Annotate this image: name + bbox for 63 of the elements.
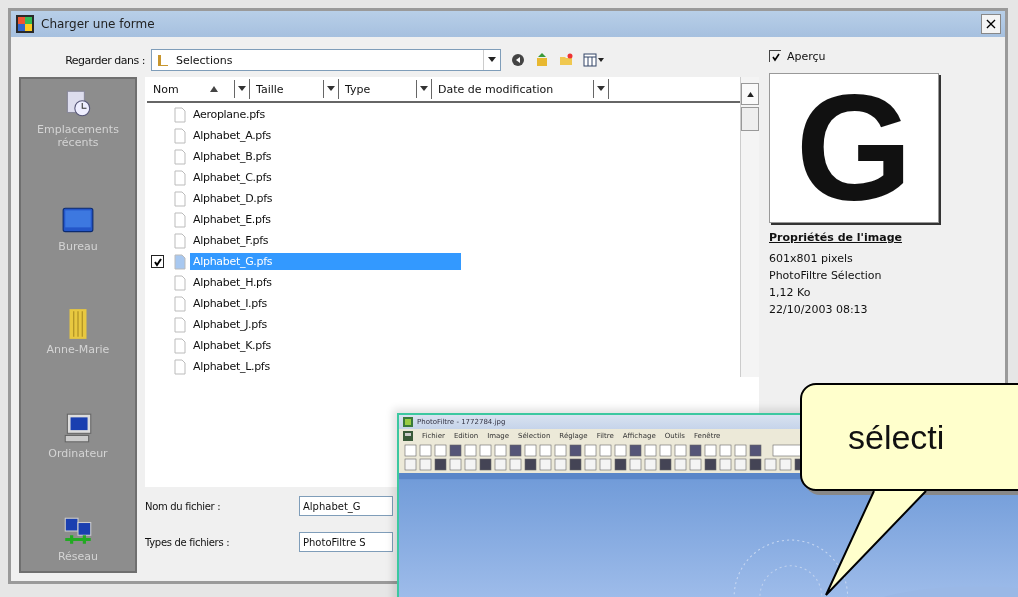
window-title: Charger une forme	[41, 17, 156, 31]
file-name[interactable]: Alphabet_A.pfs	[190, 127, 275, 144]
document-icon	[403, 431, 413, 441]
file-name[interactable]: Alphabet_D.pfs	[190, 190, 276, 207]
file-icon	[174, 211, 186, 228]
file-icon	[174, 337, 186, 354]
scrollbar-thumb[interactable]	[741, 107, 759, 131]
back-icon[interactable]	[511, 53, 525, 67]
file-name[interactable]: Alphabet_H.pfs	[190, 274, 275, 291]
scrollbar[interactable]	[740, 77, 759, 377]
properties-title: Propriétés de l'image	[769, 231, 903, 244]
file-name-field[interactable]: Alphabet_G	[299, 496, 393, 516]
file-name-label: Nom du fichier :	[145, 500, 222, 512]
file-name[interactable]: Alphabet_E.pfs	[190, 211, 274, 228]
file-icon	[174, 106, 186, 123]
file-type-dropdown[interactable]: PhotoFiltre S	[299, 532, 393, 552]
row-checkbox[interactable]	[151, 255, 164, 268]
up-arrow-icon[interactable]	[746, 91, 754, 97]
property-text: 22/10/2003 08:13	[769, 302, 869, 318]
property-text: 1,12 Ko	[769, 285, 812, 301]
file-icon	[174, 169, 186, 186]
file-name[interactable]: Alphabet_B.pfs	[190, 148, 275, 165]
file-icon	[174, 232, 186, 249]
property-text: 601x801 pixels	[769, 251, 854, 267]
column-header[interactable]: Nom	[147, 79, 250, 99]
preview-letter: G	[795, 73, 913, 223]
file-name[interactable]: Alphabet_I.pfs	[190, 295, 270, 312]
file-name[interactable]: Alphabet_C.pfs	[190, 169, 275, 186]
file-icon	[174, 190, 186, 207]
file-name[interactable]: Alphabet_K.pfs	[190, 337, 274, 354]
look-in-dropdown[interactable]: Selections	[151, 49, 501, 71]
callout-text: sélecti	[848, 417, 945, 457]
file-icon	[174, 127, 186, 144]
caret-icon[interactable]	[593, 80, 608, 98]
column-header[interactable]: Type	[339, 79, 432, 99]
file-name[interactable]: Aeroplane.pfs	[190, 106, 268, 123]
file-icon	[174, 274, 186, 291]
preview-checkbox[interactable]	[769, 50, 781, 62]
new-folder-icon[interactable]	[559, 53, 573, 67]
folder-icon	[156, 53, 170, 67]
file-icon	[174, 148, 186, 165]
caret-icon[interactable]	[323, 80, 338, 98]
up-folder-icon[interactable]	[535, 53, 549, 67]
property-text: PhotoFiltre Sélection	[769, 268, 883, 284]
file-icon	[174, 253, 186, 270]
close-button[interactable]: ×	[981, 14, 1001, 34]
view-menu-icon[interactable]	[583, 53, 605, 67]
preview-label[interactable]: Aperçu	[787, 49, 826, 63]
look-in-label: Regarder dans :	[64, 53, 145, 67]
app-icon	[15, 14, 35, 34]
file-type-label: Types de fichiers :	[145, 536, 231, 548]
file-icon	[174, 358, 186, 375]
app-icon	[403, 417, 413, 427]
file-icon	[174, 316, 186, 333]
file-name[interactable]: Alphabet_F.pfs	[190, 232, 272, 249]
file-name[interactable]: Alphabet_J.pfs	[190, 316, 270, 333]
caret-icon[interactable]	[234, 80, 249, 98]
column-header[interactable]: Taille	[250, 79, 339, 99]
file-name[interactable]: Alphabet_L.pfs	[190, 358, 273, 375]
caret-icon[interactable]	[488, 57, 496, 63]
caret-icon[interactable]	[416, 80, 431, 98]
file-icon	[174, 295, 186, 312]
column-header[interactable]: Date de modification	[432, 79, 609, 99]
